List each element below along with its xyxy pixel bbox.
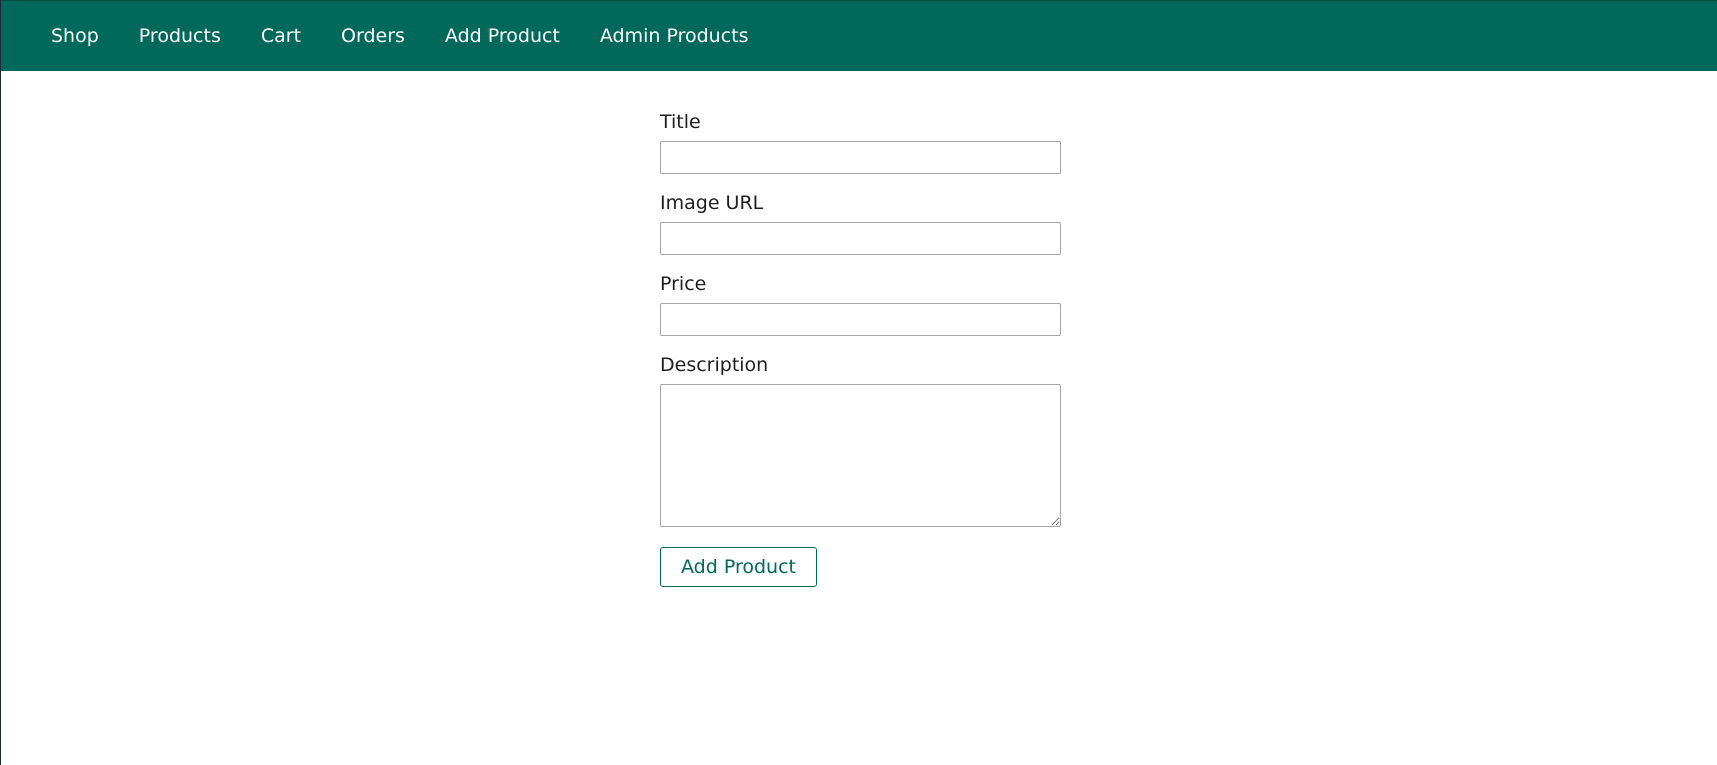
main-header: Shop Products Cart Orders Add Product Ad… (1, 0, 1717, 71)
image-url-group: Image URL (660, 191, 1061, 255)
nav-item-shop[interactable]: Shop (51, 1, 99, 71)
description-group: Description (660, 353, 1061, 527)
image-url-label: Image URL (660, 192, 764, 214)
nav-item-cart[interactable]: Cart (261, 1, 301, 71)
price-input[interactable] (660, 303, 1061, 336)
add-product-form: Title Image URL Price Description Add Pr… (660, 110, 1061, 587)
title-label: Title (660, 111, 701, 133)
nav-item-admin-products[interactable]: Admin Products (600, 1, 749, 71)
description-label: Description (660, 354, 769, 376)
add-product-button[interactable]: Add Product (660, 547, 817, 587)
nav-item-products[interactable]: Products (139, 1, 221, 71)
price-group: Price (660, 272, 1061, 336)
nav-item-orders[interactable]: Orders (341, 1, 405, 71)
main-nav: Shop Products Cart Orders Add Product Ad… (1, 1, 1717, 71)
image-url-input[interactable] (660, 222, 1061, 255)
title-input[interactable] (660, 141, 1061, 174)
nav-list: Shop Products Cart Orders Add Product Ad… (1, 1, 1717, 71)
nav-item-add-product[interactable]: Add Product (445, 1, 560, 71)
title-group: Title (660, 110, 1061, 174)
price-label: Price (660, 273, 707, 295)
description-textarea[interactable] (660, 384, 1061, 527)
